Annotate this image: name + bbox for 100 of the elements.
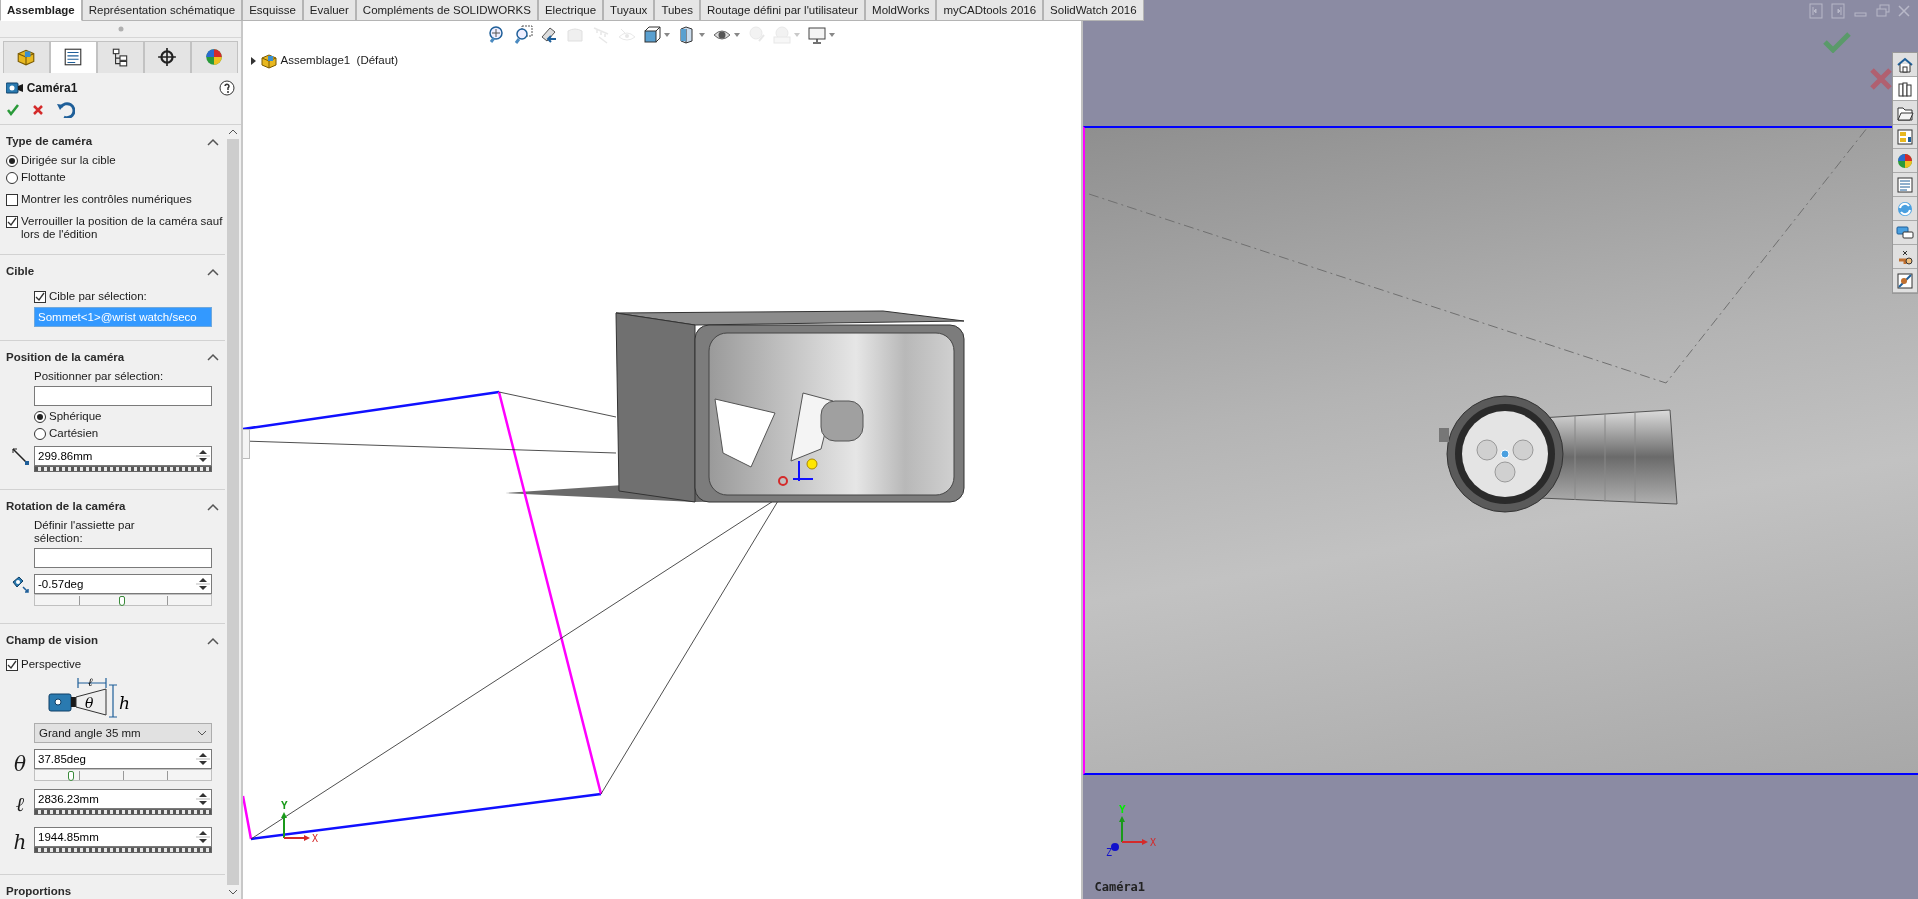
ribbon-tab[interactable]: Evaluer — [302, 0, 356, 21]
task-pane-tab[interactable] — [1893, 221, 1917, 245]
ribbon-tab[interactable]: Assemblage — [0, 0, 82, 21]
view-palette-icon — [1896, 127, 1914, 146]
dropdown[interactable]: Grand angle 35 mm — [34, 723, 212, 744]
ribbon-tab[interactable]: SolidWatch 2016 — [1043, 0, 1144, 21]
input-field[interactable]: 1944.85mm — [34, 827, 212, 848]
collapse-icon[interactable] — [207, 502, 220, 511]
cube-icon — [642, 24, 663, 45]
parameter-symbol: ℓ — [15, 791, 25, 819]
checkbox[interactable] — [6, 194, 18, 207]
motion-study-icon — [1896, 271, 1914, 290]
checkbox-option[interactable]: Cible par sélection: — [34, 289, 225, 303]
color-ball-icon — [204, 47, 225, 68]
ribbon-tab[interactable]: MoldWorks — [865, 0, 937, 21]
caret-icon — [828, 31, 837, 38]
slider-thumb[interactable] — [67, 771, 74, 782]
collapse-icon[interactable] — [207, 137, 220, 146]
ribbon-tab[interactable]: myCADtools 2016 — [936, 0, 1044, 21]
section-title: Champ de vision — [6, 633, 99, 649]
input-field[interactable]: -0.57deg — [34, 574, 212, 595]
parameter-symbol: θ — [13, 751, 26, 779]
caret-icon — [663, 31, 672, 38]
toolbar-button[interactable] — [642, 23, 672, 46]
axis-label: Y — [1119, 803, 1126, 816]
slider-track[interactable] — [34, 594, 212, 607]
camera-roll-icon — [10, 574, 30, 595]
spin-arrows-icon[interactable] — [196, 576, 210, 593]
spin-arrows-icon[interactable] — [196, 447, 210, 464]
checkbox[interactable] — [34, 290, 46, 303]
chat-bubbles-icon — [1896, 223, 1914, 242]
slider-track[interactable] — [34, 769, 212, 782]
task-pane-tab[interactable] — [1893, 125, 1917, 149]
ribbon-tab[interactable]: Compléments de SOLIDWORKS — [355, 0, 538, 21]
radio-circle[interactable] — [34, 410, 46, 423]
checkbox[interactable] — [6, 216, 18, 229]
axis-label: Y — [281, 799, 288, 812]
panel-tab[interactable] — [143, 40, 191, 73]
input-field[interactable]: 37.85deg — [34, 749, 212, 770]
panel-splitter-handle[interactable] — [243, 429, 250, 459]
input-field[interactable]: 299.86mm — [34, 445, 212, 466]
ribbon-tab[interactable]: Représentation schématique — [81, 0, 243, 21]
task-pane-tab[interactable] — [1893, 77, 1917, 101]
thumbwheel[interactable] — [34, 847, 212, 854]
panel-tab[interactable] — [49, 40, 97, 73]
ribbon-tab[interactable]: Esquisse — [242, 0, 303, 21]
radio-circle[interactable] — [34, 427, 46, 440]
collapse-icon[interactable] — [207, 353, 220, 362]
sphere-scene-icon — [772, 24, 793, 45]
crosshair-icon — [157, 47, 178, 68]
collapse-icon[interactable] — [207, 268, 220, 276]
radio-circle[interactable] — [6, 172, 18, 185]
radio-option[interactable]: Flottante — [6, 171, 225, 185]
thumbwheel[interactable] — [34, 465, 212, 472]
toolbar-button[interactable] — [677, 23, 707, 46]
spin-arrows-icon[interactable] — [196, 829, 210, 846]
ribbon-tab[interactable]: Electrique — [537, 0, 604, 21]
length-symbol: ℓ — [88, 676, 93, 690]
expand-icon[interactable] — [248, 56, 257, 65]
thumbwheel[interactable] — [34, 809, 212, 816]
spin-arrows-icon[interactable] — [196, 751, 210, 768]
scrollbar-thumb[interactable] — [227, 139, 239, 885]
task-pane-tab[interactable] — [1893, 245, 1917, 269]
ribbon-tab[interactable]: Tuyaux — [603, 0, 655, 21]
checkbox-option[interactable]: Montrer les contrôles numériques — [6, 193, 225, 207]
home-icon — [1896, 55, 1914, 74]
ribbon-tab[interactable]: Routage défini par l'utilisateur — [699, 0, 866, 21]
checkbox-option[interactable]: Perspective — [6, 658, 225, 672]
slider-thumb[interactable] — [119, 596, 125, 607]
panel-tab[interactable] — [96, 40, 144, 73]
ribbon-tab[interactable]: Tubes — [654, 0, 700, 21]
camera-frustum-drawing — [48, 677, 118, 718]
task-pane-tab[interactable] — [1893, 53, 1917, 77]
section-title: Rotation de la caméra — [6, 498, 126, 514]
input-field[interactable] — [34, 548, 212, 569]
field-label: Positionner par sélection: — [34, 369, 165, 383]
toolbar-button[interactable] — [513, 23, 534, 46]
splitter-grip-icon[interactable] — [117, 26, 124, 32]
undo-icon[interactable] — [56, 102, 75, 119]
radio-circle[interactable] — [6, 155, 18, 168]
input-field[interactable] — [34, 385, 212, 406]
confirm-icon[interactable] — [5, 103, 20, 118]
zoom-area-icon — [513, 24, 534, 45]
help-icon[interactable] — [219, 79, 236, 96]
radio-option[interactable]: Sphérique — [34, 409, 225, 423]
tile-right-icon[interactable] — [1831, 2, 1847, 19]
radio-option[interactable]: Cartésien — [34, 426, 225, 440]
input-field[interactable]: 2836.23mm — [34, 789, 212, 810]
task-pane-tab[interactable] — [1893, 269, 1917, 293]
angle-symbol: θ — [85, 695, 94, 712]
checkbox[interactable] — [6, 659, 18, 672]
task-pane-tab[interactable] — [1893, 101, 1917, 125]
collapse-icon[interactable] — [207, 636, 220, 645]
tree-item[interactable]: Assemblage1 (Défaut) — [280, 52, 399, 70]
panel-title: Caméra1 — [26, 79, 79, 97]
caret-icon — [698, 31, 707, 38]
checkbox-option[interactable]: Verrouiller la position de la caméra sauf lors de l'édition — [6, 215, 225, 242]
radio-option[interactable]: Dirigée sur la cible — [6, 154, 225, 168]
spin-arrows-icon[interactable] — [196, 791, 210, 808]
tile-left-icon[interactable] — [1809, 2, 1826, 19]
